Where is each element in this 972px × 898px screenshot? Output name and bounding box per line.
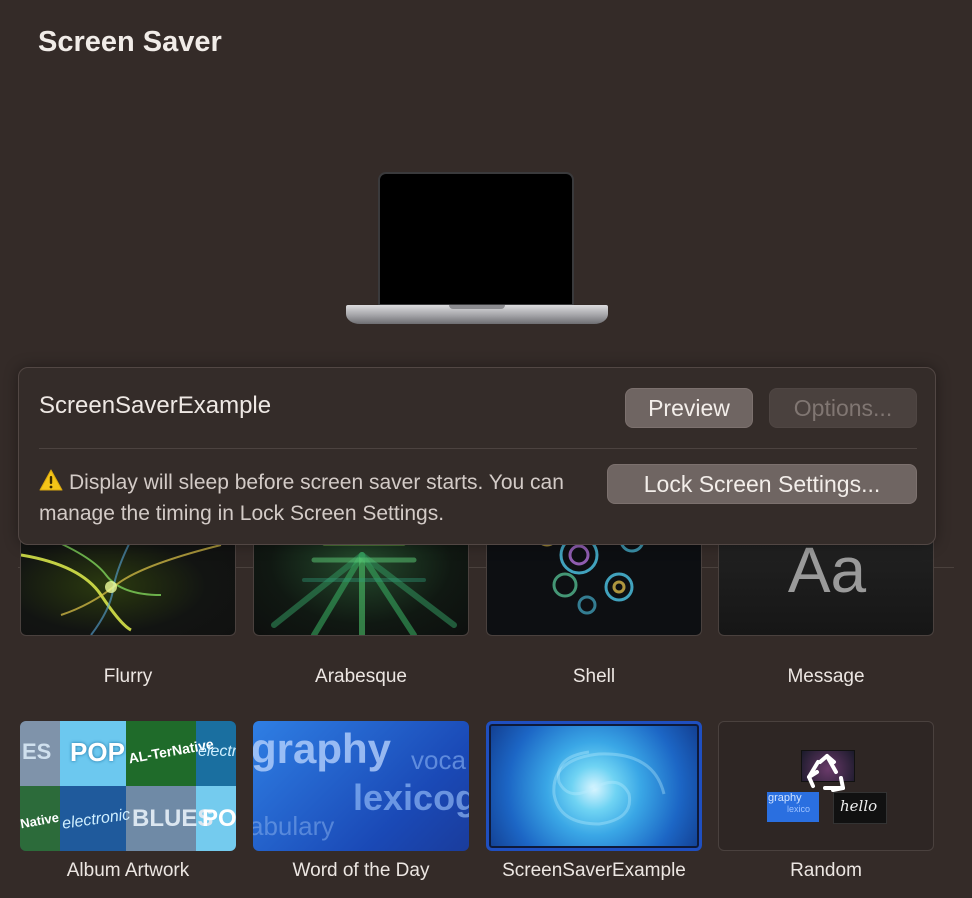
random-word: graphy — [768, 792, 802, 804]
saver-label: Arabesque — [315, 666, 407, 687]
word-fragment: voca — [411, 745, 466, 775]
saver-label: Message — [787, 666, 865, 687]
word-fragment: lexicog — [353, 777, 469, 818]
screen-saver-options-panel: ScreenSaverExample Preview Options... Di… — [18, 367, 936, 545]
word-of-the-day-thumbnail: graphy voca lexicog abulary — [253, 721, 469, 851]
album-word: ES — [22, 739, 52, 764]
word-fragment: graphy — [253, 725, 392, 772]
page-title: Screen Saver — [38, 26, 222, 58]
album-word: PO — [202, 805, 236, 832]
saver-label: Shell — [572, 666, 616, 687]
laptop-notch — [449, 305, 505, 309]
word-fragment: abulary — [253, 811, 335, 841]
panel-divider — [39, 448, 917, 449]
recycle-icon — [805, 752, 849, 801]
preview-button[interactable]: Preview — [625, 388, 753, 428]
selected-saver-name: ScreenSaverExample — [39, 392, 272, 419]
saver-label: Word of the Day — [292, 860, 430, 881]
saver-label: ScreenSaverExample — [502, 860, 686, 881]
saver-label: Random — [790, 860, 862, 881]
screen-saver-grid: Flurry Arabesque Shell Aa Message ES POP… — [0, 525, 972, 898]
lock-screen-settings-button[interactable]: Lock Screen Settings... — [607, 464, 917, 504]
screensaverexample-thumbnail — [486, 721, 702, 851]
random-thumbnail: graphy lexico hello — [718, 721, 934, 851]
warning-icon — [39, 469, 63, 499]
laptop-screen — [378, 172, 574, 306]
options-button[interactable]: Options... — [769, 388, 917, 428]
sleep-warning-text: Display will sleep before screen saver s… — [39, 471, 564, 525]
display-preview — [346, 172, 608, 326]
saver-label: Flurry — [103, 666, 153, 687]
sleep-warning: Display will sleep before screen saver s… — [39, 468, 599, 528]
album-word: POP — [70, 737, 125, 767]
saver-label: Album Artwork — [66, 860, 190, 881]
random-word: lexico — [787, 804, 811, 814]
album-artwork-thumbnail: ES POP AL-TerNative electr Native electr… — [20, 721, 236, 851]
album-word: electr — [198, 743, 236, 760]
